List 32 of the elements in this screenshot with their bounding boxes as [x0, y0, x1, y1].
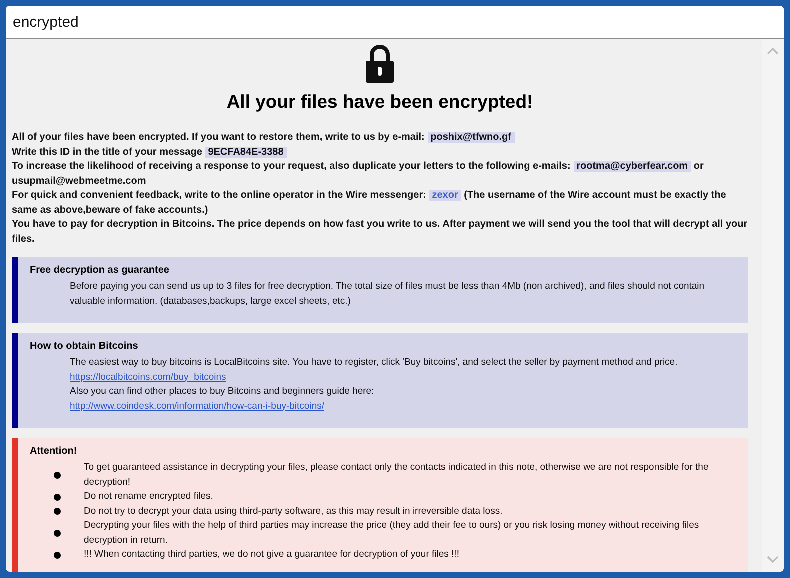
bullet-text: Do not try to decrypt your data using third-party software, as this may result in irreversible data loss. — [84, 504, 503, 518]
bullet-icon — [54, 494, 61, 501]
note-line: Write this ID in the title of your message 9ECFA84E-3388 — [12, 146, 748, 160]
bullet-text: Do not rename encrypted files. — [84, 490, 214, 504]
panel-title: Free decryption as guarantee — [30, 265, 170, 276]
note-line: You have to pay for decryption in Bitcoins. The price depends on how fast you write to us. After payment we will send you the tool that will decrypt all your files. — [12, 218, 748, 246]
note-line: To increase the likelihood of receiving a response to your request, also duplicate your letters to the following e-mails: rootma@cyberfear.com or usupmail@webmeetme.com — [12, 160, 705, 188]
window-title: encrypted — [13, 14, 79, 30]
page-heading: All your files have been encrypted! — [226, 91, 534, 113]
highlighted-text: poshix@tfwno.gf — [428, 132, 514, 143]
bullet-text: To get guaranteed assistance in decrypting your files, please contact only the contacts indicated in this note, otherwise we are not responsible for the decryption! — [84, 461, 710, 490]
panel-title: Attention! — [30, 446, 78, 457]
note-line: For quick and convenient feedback, write to the online operator in the Wire messenger: zexor (The username of the Wire account must be exactly the same as above,beware of fake accounts.) — [12, 189, 728, 218]
bullet-text: !!! When contacting third parties, we do not give a guarantee for decryption of your files !!! — [84, 548, 460, 562]
bullet-text: Decrypting your files with the help of third parties may increase the price (they add their fee to ours) or you risk losing money without receiving files decryption in return. — [84, 519, 700, 548]
panel-title: How to obtain Bitcoins — [30, 341, 140, 352]
padlock-icon — [365, 45, 395, 83]
highlighted-text: 9ECFA84E-3388 — [205, 146, 287, 158]
messenger-link[interactable]: zexor — [429, 190, 462, 201]
bullet-icon — [54, 472, 61, 479]
bullet-icon — [54, 508, 61, 516]
scroll-down-icon[interactable] — [767, 556, 779, 564]
panel-text: Also you can find other places to buy Bitcoins and beginners guide here: — [69, 385, 376, 399]
panel-text: The easiest way to buy bitcoins is LocalBitcoins site. You have to register, click 'Buy bitcoins', and select the seller by payment method and price. — [69, 356, 679, 370]
highlighted-text: rootma@cyberfear.com — [574, 161, 692, 172]
panel-text: Before paying you can send us up to 3 files for free decryption. The total size of files must be less than 4Mb (non archived), and files should not contain valuable information. (databases,backups, large excel sheets, etc.) — [69, 280, 706, 308]
bullet-icon — [54, 552, 61, 559]
scroll-up-icon[interactable] — [767, 47, 779, 55]
url-link[interactable]: http://www.coindesk.com/information/how-can-i-buy-bitcoins/ — [70, 400, 324, 412]
bullet-icon — [54, 530, 61, 537]
note-line: All of your files have been encrypted. If you want to restore them, write to us by e-mail: poshix@tfwno.gf — [12, 131, 748, 146]
url-link[interactable]: https://localbitcoins.com/buy_bitcoins — [70, 372, 226, 382]
